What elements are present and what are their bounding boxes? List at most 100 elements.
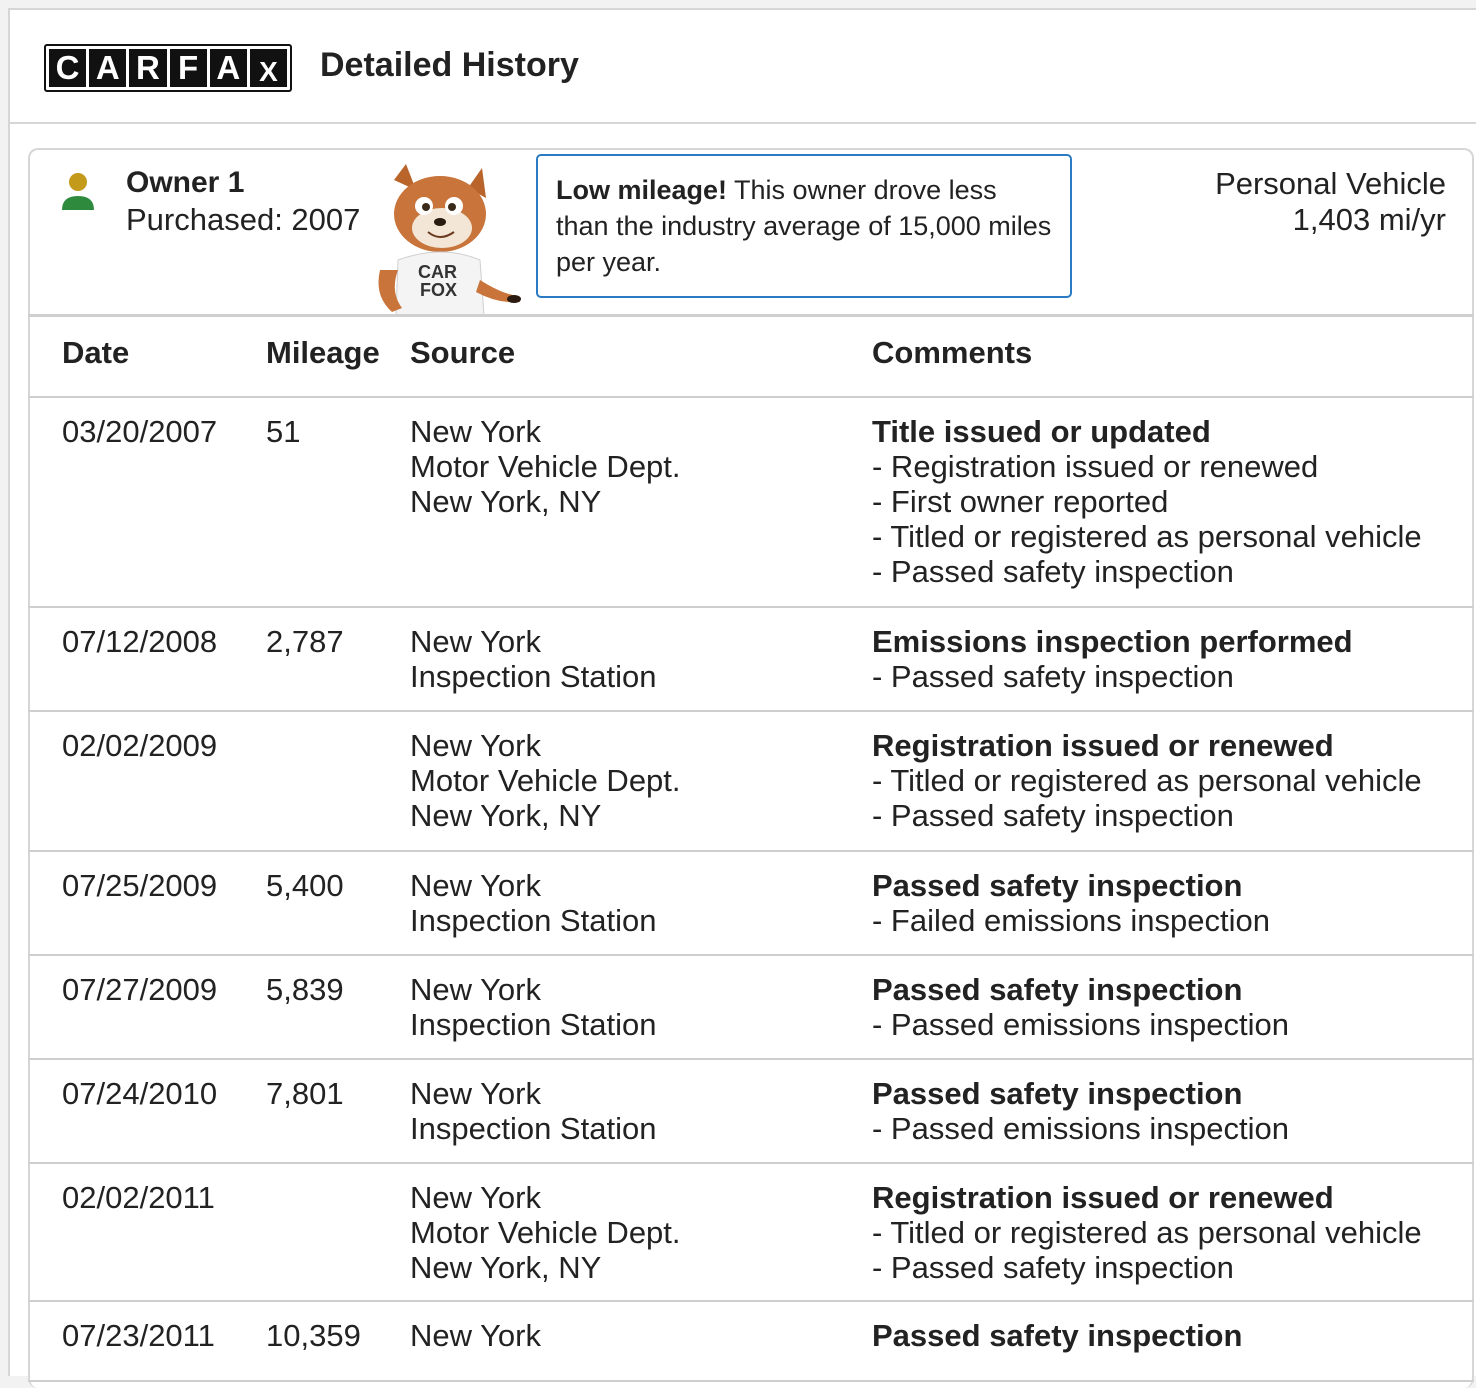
comment-line: - Passed safety inspection [872,554,1234,589]
comment-title: Registration issued or renewed [872,1180,1334,1215]
logo-letter: R [129,49,167,87]
page-title: Detailed History [320,46,579,84]
comment-line: - First owner reported [872,484,1169,519]
cell-comments: Passed safety inspection - Passed emissio… [872,972,1289,1042]
cell-date: 07/23/2011 [62,1318,215,1353]
comment-line: - Titled or registered as personal vehic… [872,763,1422,798]
table-row: 02/02/2009 New York Motor Vehicle Dept. New… [28,712,1474,852]
page: CARFAX Detailed History Owner 1 Purchase… [8,8,1476,1388]
comment-line: - Passed safety inspection [872,659,1234,694]
column-header-comments: Comments [872,335,1033,370]
comment-line: - Titled or registered as personal vehic… [872,1215,1422,1250]
source-line: New York, NY [410,798,602,833]
comment-line: - Passed emissions inspection [872,1007,1289,1042]
logo-letter: C [49,49,87,87]
source-line: New York [410,1318,541,1353]
owner-title: Owner 1 [126,166,245,199]
source-line: New York, NY [410,484,602,519]
cell-date: 02/02/2011 [62,1180,215,1215]
owner-card: Owner 1 Purchased: 2007 CAR FOX Low mile… [28,148,1474,1388]
logo-letter: X [249,49,288,87]
cell-source: New York Inspection Station [410,1076,656,1146]
comment-line: - Passed safety inspection [872,1250,1234,1285]
cell-source: New York Inspection Station [410,972,656,1042]
source-line: Motor Vehicle Dept. [410,1215,681,1250]
miles-per-year: 1,403 mi/yr [1292,202,1446,237]
source-line: Inspection Station [410,1111,657,1146]
comment-title: Title issued or updated [872,414,1211,449]
column-header-mileage: Mileage [266,335,380,370]
cell-source: New York Inspection Station [410,868,656,938]
source-line: New York [410,1180,541,1215]
cell-source: New York Motor Vehicle Dept. New York, NY [410,728,681,833]
source-line: New York, NY [410,1250,602,1285]
source-line: New York [410,624,541,659]
cell-comments: Registration issued or renewed - Titled o… [872,1180,1422,1285]
cell-date: 07/12/2008 [62,624,218,659]
comment-title: Registration issued or renewed [872,728,1334,763]
vehicle-type: Personal Vehicle [1215,166,1446,201]
cell-source: New York Motor Vehicle Dept. New York, NY [410,414,681,519]
cell-mileage: 2,787 [266,624,344,659]
cell-comments: Passed safety inspection [872,1318,1242,1353]
table-header: Date Mileage Source Comments [28,317,1474,398]
low-mileage-callout: Low mileage! This owner drove less than … [536,154,1072,298]
carfax-logo: CARFAX [44,44,292,92]
cell-source: New York Inspection Station [410,624,656,694]
table-row: 07/24/2010 7,801 New York Inspection Statio… [28,1060,1474,1164]
table-row: 02/02/2011 New York Motor Vehicle Dept. New… [28,1164,1474,1302]
source-line: New York [410,972,541,1007]
source-line: New York [410,728,541,763]
source-line: Motor Vehicle Dept. [410,449,681,484]
cell-date: 07/25/2009 [62,868,218,903]
source-line: Inspection Station [410,659,657,694]
comment-title: Emissions inspection performed [872,624,1353,659]
cell-comments: Registration issued or renewed - Titled o… [872,728,1422,833]
table-body: 03/20/2007 51 New York Motor Vehicle Dept. N… [28,398,1474,1382]
cell-comments: Passed safety inspection - Failed emissio… [872,868,1270,938]
comment-title: Passed safety inspection [872,972,1243,1007]
comment-line: - Failed emissions inspection [872,903,1271,938]
logo-letter: F [169,49,207,87]
comment-line: - Titled or registered as personal vehic… [872,519,1422,554]
comment-line: - Passed safety inspection [872,798,1234,833]
person-icon [62,173,94,210]
svg-text:FOX: FOX [420,280,457,300]
cell-date: 07/24/2010 [62,1076,218,1111]
table-row: 07/23/2011 10,359 New York Passed safety in… [28,1302,1474,1382]
logo-letter: A [209,49,247,87]
table-row: 07/12/2008 2,787 New York Inspection Statio… [28,608,1474,712]
column-header-date: Date [62,335,130,370]
comment-title: Passed safety inspection [872,1076,1243,1111]
cell-comments: Passed safety inspection - Passed emissio… [872,1076,1289,1146]
cell-mileage: 5,400 [266,868,344,903]
car-fox-mascot: CAR FOX [378,164,521,316]
source-line: Inspection Station [410,1007,657,1042]
owner-purchased-year: Purchased: 2007 [126,202,361,237]
table-row: 07/27/2009 5,839 New York Inspection Statio… [28,956,1474,1060]
source-line: New York [410,868,541,903]
cell-date: 02/02/2009 [62,728,218,763]
cell-source: New York [410,1318,541,1353]
comment-title: Passed safety inspection [872,868,1243,903]
cell-comments: Emissions inspection performed - Passed s… [872,624,1353,694]
cell-mileage: 7,801 [266,1076,344,1111]
history-table: Date Mileage Source Comments 03/20/2007 5… [28,314,1474,1382]
column-header-source: Source [410,335,516,370]
cell-date: 03/20/2007 [62,414,218,449]
comment-title: Passed safety inspection [872,1318,1243,1353]
source-line: Motor Vehicle Dept. [410,763,681,798]
table-row: 07/25/2009 5,400 New York Inspection Statio… [28,852,1474,956]
comment-line: - Registration issued or renewed [872,449,1319,484]
cell-mileage: 51 [266,414,301,449]
table-row: 03/20/2007 51 New York Motor Vehicle Dept. N… [28,398,1474,608]
cell-mileage: 10,359 [266,1318,361,1353]
source-line: Inspection Station [410,903,657,938]
source-line: New York [410,414,541,449]
cell-mileage: 5,839 [266,972,344,1007]
callout-bold: Low mileage! [556,175,728,205]
comment-line: - Passed emissions inspection [872,1111,1289,1146]
cell-source: New York Motor Vehicle Dept. New York, NY [410,1180,681,1285]
cell-comments: Title issued or updated - Registration is… [872,414,1422,589]
cell-date: 07/27/2009 [62,972,218,1007]
